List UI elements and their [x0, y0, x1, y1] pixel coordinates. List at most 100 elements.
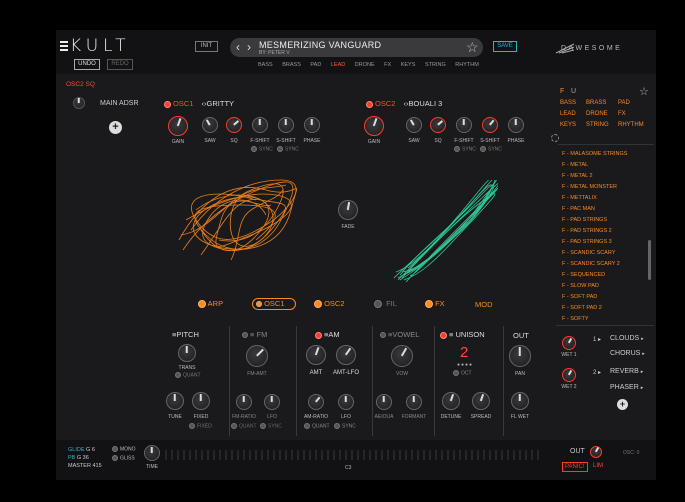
cat-keys[interactable]: KEYS [401, 62, 416, 68]
add-fx-icon[interactable]: + [617, 399, 628, 410]
cat-brass[interactable]: BRASS [282, 62, 301, 68]
fx-reverb[interactable]: REVERB ▸ [610, 368, 643, 375]
preset-list-item[interactable]: F - PAD STRINGS 3 [562, 239, 612, 245]
osc2-sync2-toggle[interactable]: SYNC [480, 146, 502, 152]
browser-cat-pad[interactable]: PAD [618, 100, 630, 106]
fade-knob[interactable] [338, 200, 358, 220]
fm-quant-toggle[interactable]: QUANT [231, 423, 257, 429]
preset-list-item[interactable]: F - METAL MONSTER [562, 184, 617, 190]
pitch-trans-knob[interactable] [178, 344, 196, 362]
main-adsr-label[interactable]: MAIN ADSR [100, 100, 139, 107]
fm-lfo-knob[interactable] [264, 394, 280, 410]
preset-list-item[interactable]: F - SOFT PAD 2 [562, 305, 602, 311]
browser-cat-bass[interactable]: BASS [560, 100, 576, 106]
osc1-sync2-toggle[interactable]: SYNC [277, 146, 299, 152]
init-button[interactable]: INIT [195, 41, 218, 52]
out-flwet-knob[interactable] [511, 392, 529, 410]
browser-cat-rhythm[interactable]: RHYTHM [618, 122, 644, 128]
preset-list-item[interactable]: F - METAL [562, 162, 588, 168]
osc1-phase-knob[interactable] [304, 117, 320, 133]
cat-lead[interactable]: LEAD [331, 62, 345, 68]
browser-cat-fx[interactable]: FX [618, 111, 626, 117]
add-envelope-icon[interactable]: + [109, 121, 122, 134]
browser-cat-keys[interactable]: KEYS [560, 122, 576, 128]
preset-list-item[interactable]: F - SCANDIC SCARY [562, 250, 615, 256]
unison-power-icon[interactable] [440, 331, 447, 339]
osc2-sync1-toggle[interactable]: SYNC [454, 146, 476, 152]
preset-list-item[interactable]: F - SOFT PAD [562, 294, 597, 300]
fx-chorus[interactable]: CHORUS ▸ [610, 350, 645, 357]
gliss-toggle[interactable]: GLISS [112, 455, 135, 461]
pitch-fixed-knob[interactable] [192, 392, 210, 410]
mono-toggle[interactable]: MONO [112, 446, 136, 452]
fav-tab[interactable]: F [560, 88, 564, 95]
pitch-fixed-toggle[interactable]: FIXED [189, 423, 212, 429]
osc1-sync1-toggle[interactable]: SYNC [251, 146, 273, 152]
unison-oct-toggle[interactable]: OCT [453, 370, 472, 376]
osc1-gain-knob[interactable] [168, 116, 188, 136]
am-lfo-knob[interactable] [338, 394, 354, 410]
preset-list-item[interactable]: F - PAD STRINGS [562, 217, 607, 223]
user-tab[interactable]: U [571, 88, 576, 95]
fx-phaser[interactable]: PHASER ▸ [610, 384, 643, 391]
osc1-power-icon[interactable] [164, 100, 171, 108]
preset-list-item[interactable]: F - SEQUENCED [562, 272, 605, 278]
browser-star-icon[interactable]: ☆ [639, 85, 649, 98]
unison-spread-knob[interactable] [472, 392, 490, 410]
fx-wet2-knob[interactable] [562, 368, 576, 382]
am-amtlfo-knob[interactable] [336, 345, 356, 365]
osc2-gain-knob[interactable] [364, 116, 384, 136]
favorite-star-icon[interactable]: ☆ [466, 39, 479, 56]
osc2-sshift-knob[interactable] [482, 117, 498, 133]
osc1-sq-knob[interactable] [226, 117, 242, 133]
preset-list-item[interactable]: F - METAL 2 [562, 173, 593, 179]
cat-drone[interactable]: DRONE [355, 62, 375, 68]
osc2-saw-knob[interactable] [406, 117, 422, 133]
vowel-power-icon[interactable] [380, 332, 386, 339]
master-out-knob[interactable] [590, 446, 602, 458]
save-button[interactable]: SAVE [493, 41, 517, 52]
vowel-aeiou-knob[interactable] [376, 394, 392, 410]
osc1-fshift-knob[interactable] [252, 117, 268, 133]
browser-cat-lead[interactable]: LEAD [560, 111, 576, 117]
browser-cat-string[interactable]: STRING [586, 122, 609, 128]
tab-osc1[interactable]: OSC1 [252, 298, 296, 310]
fm-menu-icon[interactable]: ≡ [250, 330, 254, 339]
cat-bass[interactable]: BASS [258, 62, 273, 68]
osc2-power-icon[interactable] [366, 100, 373, 108]
preset-list-item[interactable]: F - SOFTY [562, 316, 589, 322]
adsr-knob[interactable] [73, 97, 85, 109]
pitch-quant-toggle[interactable]: QUANT [175, 372, 201, 378]
fx-wet1-knob[interactable] [562, 336, 576, 350]
am-quant-toggle[interactable]: QUANT [304, 423, 330, 429]
osc2-phase-knob[interactable] [508, 117, 524, 133]
pitch-tune-knob[interactable] [166, 392, 184, 410]
am-power-icon[interactable] [315, 331, 322, 339]
fm-sync-toggle[interactable]: SYNC [260, 423, 282, 429]
cat-rhythm[interactable]: RHYTHM [455, 62, 479, 68]
preset-list-item[interactable]: F - PAD STRINGS 2 [562, 228, 612, 234]
vowel-formant-knob[interactable] [406, 394, 422, 410]
am-sync-toggle[interactable]: SYNC [334, 423, 356, 429]
limiter-toggle[interactable]: LIM [593, 463, 603, 469]
cat-fx[interactable]: FX [384, 62, 391, 68]
fm-power-icon[interactable] [242, 332, 248, 339]
vowel-vow-knob[interactable] [391, 345, 413, 367]
osc2-sq-knob[interactable] [430, 117, 446, 133]
osc2-shape-name[interactable]: BOUALI 3 [409, 99, 443, 108]
glide-time-knob[interactable] [144, 445, 160, 461]
osc1-saw-knob[interactable] [202, 117, 218, 133]
osc1-shape-name[interactable]: GRITTY [207, 99, 235, 108]
fx-clouds[interactable]: CLOUDS ▸ [610, 335, 644, 342]
tab-fx[interactable]: FX [425, 299, 445, 309]
fm-ratio-knob[interactable] [236, 394, 252, 410]
am-ratio-knob[interactable] [308, 394, 324, 410]
fx-slot2[interactable]: 2 ▸ [593, 369, 601, 376]
preset-selector[interactable]: ‹ › MESMERIZING VANGUARD BY: PETER V ☆ [230, 38, 483, 57]
preset-list-item[interactable]: F - METTALIX [562, 195, 597, 201]
fm-amt-knob[interactable] [246, 345, 268, 367]
preset-list-scrollbar[interactable] [648, 240, 651, 280]
osc2-fshift-knob[interactable] [456, 117, 472, 133]
next-preset-icon[interactable]: › [247, 41, 251, 53]
fx-slot1[interactable]: 1 ▸ [593, 336, 601, 343]
